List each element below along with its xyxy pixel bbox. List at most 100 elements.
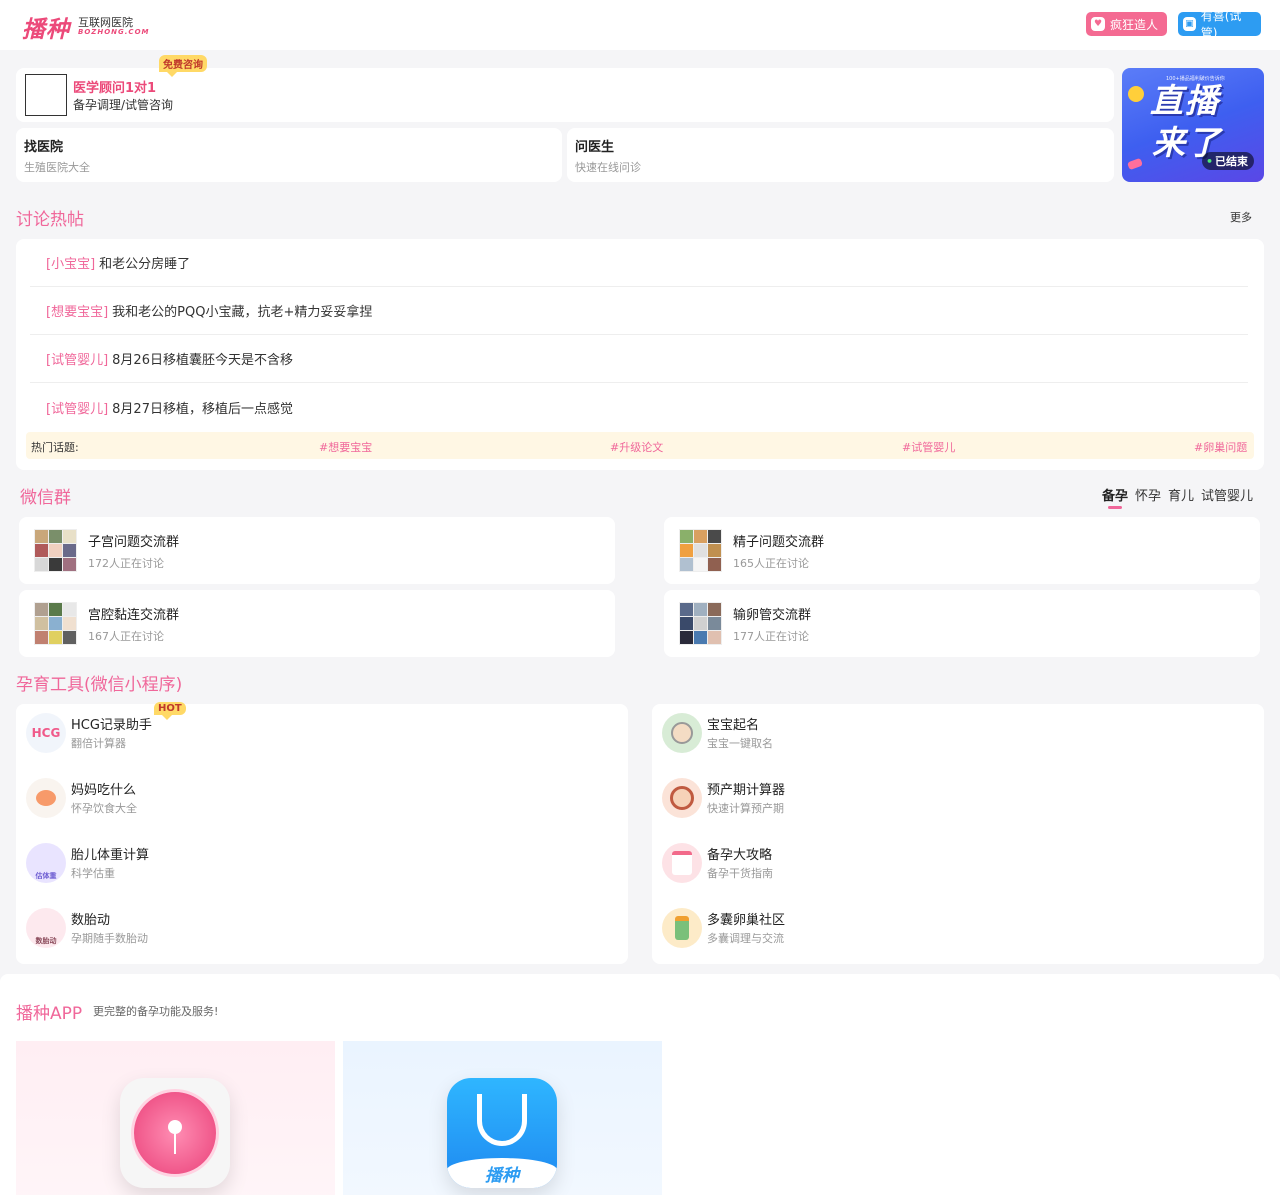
hot-topic-link[interactable]: #想要宝宝 [319, 439, 372, 455]
tools-title: 孕育工具(微信小程序) [16, 675, 183, 695]
group-name: 精子问题交流群 [733, 535, 825, 550]
consultant-subtitle: 备孕调理/试管咨询 [73, 98, 174, 112]
ivf-button[interactable]: ▣ 有喜(试管) [1178, 9, 1261, 40]
logo-sub-line2: BOZHONG.COM [78, 28, 150, 37]
consultant-avatar [25, 74, 67, 116]
post-tag: [小宝宝] [46, 257, 96, 272]
sperm-egg-icon [477, 1094, 527, 1146]
tool-hcg[interactable]: HCG HCG记录助手 翻倍计算器 [24, 711, 324, 755]
tool-prepare-guide[interactable]: 备孕大攻略 备孕干货指南 [660, 841, 960, 885]
logo-sub: 互联网医院 BOZHONG.COM [78, 17, 150, 37]
group-count: 172人正在讨论 [88, 557, 164, 570]
tab-ivf[interactable]: 试管婴儿 [1201, 485, 1253, 504]
dial-icon [131, 1089, 219, 1177]
post-item[interactable]: [试管婴儿] 8月27日移植，移植后一点感觉 [30, 383, 1248, 431]
post-tag: [试管婴儿] [46, 401, 109, 417]
tool-name: 多囊卵巢社区 [707, 913, 786, 928]
hot-topics-bar: 热门话题: #想要宝宝 #升级论文 #试管婴儿 #卵巢问题 [26, 432, 1254, 459]
tool-name: HCG记录助手 [71, 718, 152, 733]
ask-doctor-subtitle: 快速在线问诊 [575, 161, 641, 174]
app-icon-label: 播种 [447, 1158, 557, 1188]
tool-desc: 翻倍计算器 [71, 737, 126, 750]
crazy-conceive-label: 疯狂造人 [1110, 17, 1159, 32]
group-avatar-grid [34, 529, 77, 572]
crazy-conceive-button[interactable]: ♥ 疯狂造人 [1086, 12, 1167, 36]
free-consult-badge: 免费咨询 [159, 55, 207, 77]
find-hospital-title: 找医院 [24, 140, 64, 155]
post-item[interactable]: [试管婴儿] 8月26日移植囊胚今天是不含移 [30, 335, 1248, 383]
wechat-title: 微信群 [20, 488, 71, 508]
tool-desc: 宝宝一键取名 [707, 737, 773, 750]
consultant-title: 医学顾问1对1 [73, 81, 157, 96]
logo-text: 播种 [22, 16, 70, 43]
bozhong-app-icon: 播种 [447, 1078, 557, 1188]
tool-name: 宝宝起名 [707, 718, 760, 733]
tool-desc: 科学估重 [71, 867, 115, 880]
live-stream-banner[interactable]: 100+播品福利破价告诉你 直播 来了 已结束 [1122, 68, 1264, 182]
ask-doctor-title: 问医生 [575, 140, 615, 155]
group-name: 子宫问题交流群 [88, 535, 180, 550]
post-text: 8月27日移植，移植后一点感觉 [112, 401, 293, 417]
live-title-line1: 直播 [1150, 81, 1220, 120]
ribbon-icon [1127, 157, 1143, 171]
group-name: 输卵管交流群 [733, 608, 812, 623]
post-item[interactable]: [小宝宝] 和老公分房睡了 [30, 239, 1248, 287]
tool-fetal-movement[interactable]: 数胎动 数胎动 孕期随手数胎动 [24, 906, 324, 950]
post-tag: [想要宝宝] [46, 305, 109, 320]
group-avatar-grid [679, 602, 722, 645]
coin-icon [1128, 86, 1144, 102]
tool-name: 胎儿体重计算 [71, 848, 150, 863]
find-hospital-card[interactable]: 找医院 生殖医院大全 [16, 128, 562, 182]
post-item[interactable]: [想要宝宝] 我和老公的PQQ小宝藏，抗老+精力妥妥拿捏 [30, 287, 1248, 335]
hot-topic-link[interactable]: #试管婴儿 [902, 439, 955, 455]
wechat-group-card[interactable]: 精子问题交流群 165人正在讨论 [664, 517, 1260, 584]
tool-desc: 怀孕饮食大全 [71, 802, 137, 815]
discussion-list: [小宝宝] 和老公分房睡了 [想要宝宝] 我和老公的PQQ小宝藏，抗老+精力妥妥… [16, 239, 1264, 470]
post-text: 和老公分房睡了 [99, 257, 191, 272]
find-hospital-subtitle: 生殖医院大全 [24, 161, 90, 174]
group-count: 177人正在讨论 [733, 630, 809, 643]
hot-topic-link[interactable]: #卵巢问题 [1194, 439, 1247, 455]
post-text: 我和老公的PQQ小宝藏，抗老+精力妥妥拿捏 [112, 305, 373, 320]
girl-icon [662, 778, 702, 818]
tool-desc: 备孕干货指南 [707, 867, 773, 880]
app-card-pink[interactable] [16, 1041, 335, 1195]
mother-icon: 数胎动 [26, 908, 66, 948]
tab-pregnant[interactable]: 怀孕 [1135, 485, 1161, 504]
app-card-blue[interactable]: 播种 [343, 1041, 662, 1195]
hcg-icon: HCG [26, 713, 66, 753]
tools-right-panel: 宝宝起名 宝宝一键取名 预产期计算器 快速计算预产期 备孕大攻略 备孕干货指南 … [652, 704, 1264, 964]
tool-desc: 快速计算预产期 [707, 802, 784, 815]
app-title: 播种APP [16, 1004, 83, 1024]
group-avatar-grid [34, 602, 77, 645]
ask-doctor-card[interactable]: 问医生 快速在线问诊 [567, 128, 1114, 182]
tool-baby-naming[interactable]: 宝宝起名 宝宝一键取名 [660, 711, 960, 755]
wechat-group-card[interactable]: 输卵管交流群 177人正在讨论 [664, 590, 1260, 657]
medical-consultant-card[interactable]: 医学顾问1对1 备孕调理/试管咨询 [16, 68, 1114, 122]
wechat-group-card[interactable]: 子宫问题交流群 172人正在讨论 [19, 517, 615, 584]
app-subtitle: 更完整的备孕功能及服务! [93, 1005, 219, 1018]
tool-mom-food[interactable]: 妈妈吃什么 怀孕饮食大全 [24, 776, 324, 820]
tool-fetal-weight[interactable]: 估体重 胎儿体重计算 科学估重 [24, 841, 324, 885]
tool-pcos-community[interactable]: 多囊卵巢社区 多囊调理与交流 [660, 906, 960, 950]
tool-name: 预产期计算器 [707, 783, 786, 798]
tool-desc: 孕期随手数胎动 [71, 932, 148, 945]
tab-parenting[interactable]: 育儿 [1168, 485, 1194, 504]
site-logo[interactable]: 播种 互联网医院 BOZHONG.COM [22, 10, 150, 44]
header: 播种 互联网医院 BOZHONG.COM ♥ 疯狂造人 ▣ 有喜(试管) [0, 0, 1280, 50]
tab-prepare[interactable]: 备孕 [1102, 485, 1128, 509]
group-name: 宫腔黏连交流群 [88, 608, 180, 623]
tools-left-panel: HCG HCG记录助手 翻倍计算器 妈妈吃什么 怀孕饮食大全 估体重 胎儿体重计… [16, 704, 628, 964]
tool-due-date[interactable]: 预产期计算器 快速计算预产期 [660, 776, 960, 820]
baby-icon: 估体重 [26, 843, 66, 883]
discussion-title: 讨论热帖 [16, 210, 84, 230]
tool-name: 数胎动 [71, 913, 111, 928]
ovulation-app-icon [120, 1078, 230, 1188]
group-avatar-grid [679, 529, 722, 572]
notebook-icon [662, 843, 702, 883]
post-tag: [试管婴儿] [46, 353, 109, 368]
peach-icon [26, 778, 66, 818]
hot-topic-link[interactable]: #升级论文 [610, 439, 663, 455]
wechat-group-card[interactable]: 宫腔黏连交流群 167人正在讨论 [19, 590, 615, 657]
discussion-more-link[interactable]: 更多 [1230, 209, 1252, 225]
